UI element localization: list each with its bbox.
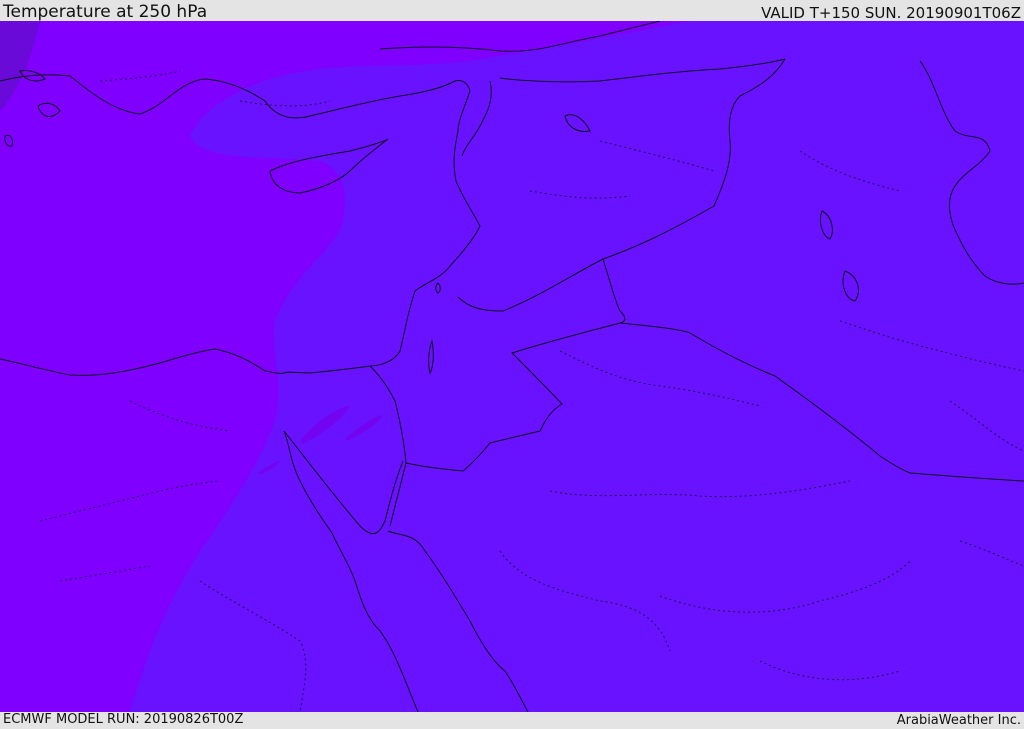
valid-time: VALID T+150 SUN. 20190901T06Z <box>761 4 1021 22</box>
header-bar: Temperature at 250 hPa VALID T+150 SUN. … <box>0 0 1024 21</box>
credit-label: ArabiaWeather Inc. <box>896 713 1021 728</box>
footer-bar: ECMWF MODEL RUN: 20190826T00Z ArabiaWeat… <box>0 712 1024 729</box>
model-run: ECMWF MODEL RUN: 20190826T00Z <box>3 712 244 727</box>
map-title: Temperature at 250 hPa <box>3 2 208 22</box>
temperature-map[interactable] <box>0 21 1024 712</box>
